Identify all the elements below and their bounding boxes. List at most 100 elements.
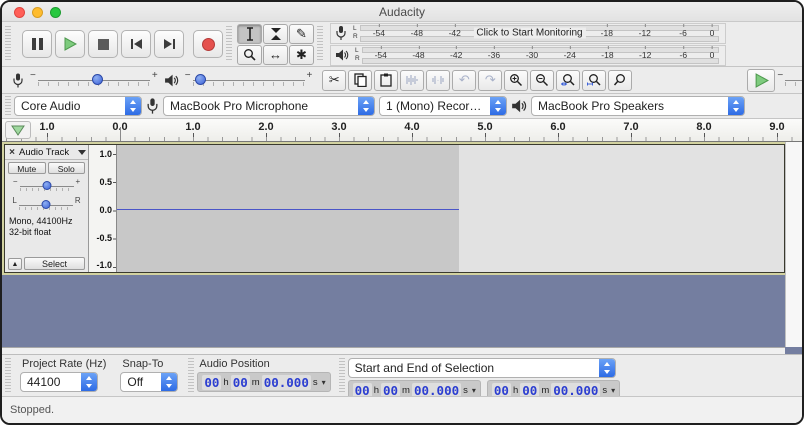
envelope-tool-button[interactable]	[263, 23, 288, 44]
play-button[interactable]	[55, 30, 85, 58]
gain-slider[interactable]	[19, 178, 74, 194]
audio-position-field[interactable]: 00 h 00 m 00.000 s ▾	[197, 372, 331, 392]
trim-audio-button[interactable]	[400, 69, 425, 91]
toolbar-grip[interactable]	[338, 358, 345, 394]
slider-knob[interactable]	[194, 74, 206, 85]
time-minutes[interactable]: 00	[230, 374, 250, 390]
redo-button[interactable]: ↷	[478, 69, 503, 91]
playback-meter-bar[interactable]: -54 -48 -42 -36 -30 -24 -18 -12 -6 0	[361, 46, 721, 65]
skip-to-end-button[interactable]	[154, 30, 184, 58]
zoom-tool-button[interactable]	[237, 44, 262, 65]
clipboard-icon	[380, 73, 393, 87]
project-rate-dropdown[interactable]: 44100	[20, 372, 98, 392]
transport-toolbar	[22, 30, 223, 58]
fit-project-button[interactable]	[582, 69, 607, 91]
play-speed-slider[interactable]	[785, 71, 802, 89]
recording-meter-bar[interactable]: -54 -48 -42 -18 -12 -6 0 Click to Start …	[359, 24, 721, 43]
select-track-button[interactable]: Select	[24, 257, 85, 270]
copy-button[interactable]	[348, 69, 373, 91]
toolbar-grip[interactable]	[5, 96, 11, 116]
track-header: × Audio Track	[5, 145, 88, 160]
paste-button[interactable]	[374, 69, 399, 91]
collapse-track-button[interactable]: ▲	[8, 257, 22, 270]
vruler-label: 1.0	[99, 149, 112, 159]
snap-to-dropdown[interactable]: Off	[120, 372, 179, 392]
speaker-icon	[164, 74, 178, 86]
redo-icon: ↷	[484, 72, 496, 87]
speaker-icon	[512, 99, 527, 113]
pinned-playhead-button[interactable]	[5, 121, 31, 139]
format-dropdown-caret-icon[interactable]: ▾	[472, 386, 476, 395]
slider-knob[interactable]	[91, 74, 103, 85]
record-icon	[201, 37, 215, 51]
record-button[interactable]	[193, 30, 223, 58]
slider-knob[interactable]	[42, 180, 51, 190]
draw-tool-button[interactable]: ✎	[289, 23, 314, 44]
multi-tool-button[interactable]: ✱	[289, 44, 314, 65]
play-pin-icon	[11, 125, 25, 136]
toolbar-grip[interactable]	[226, 26, 232, 62]
silence-audio-button[interactable]	[426, 69, 451, 91]
format-dropdown-caret-icon[interactable]: ▾	[322, 378, 326, 387]
audio-track[interactable]: × Audio Track Mute Solo − + L R Mono, 44…	[2, 142, 787, 275]
audio-position-label: Audio Position	[199, 358, 270, 370]
vertical-scrollbar[interactable]	[785, 142, 802, 347]
meter-tick: -42	[448, 24, 461, 38]
recording-device-dropdown[interactable]: MacBook Pro Microphone	[163, 96, 375, 116]
selection-tool-button[interactable]	[237, 23, 262, 44]
timeline-ruler[interactable]: 1.0 0.0 1.0 2.0 3.0 4.0 5.0 6.0 7.0 8.0 …	[2, 119, 802, 142]
solo-button[interactable]: Solo	[47, 162, 85, 174]
track-title[interactable]: Audio Track	[19, 147, 76, 158]
pan-slider[interactable]	[18, 197, 73, 213]
toolbar-grip[interactable]	[317, 26, 323, 62]
vruler-label: 0.5	[99, 177, 112, 187]
waveform-area[interactable]	[117, 145, 784, 272]
skip-to-start-button[interactable]	[121, 30, 151, 58]
track-menu-dropdown-icon[interactable]	[78, 149, 86, 155]
play-at-speed-button[interactable]	[747, 68, 776, 92]
fit-selection-button[interactable]	[556, 69, 581, 91]
zoom-out-icon	[536, 74, 549, 87]
play-at-speed-toolbar: − +	[747, 68, 802, 92]
track-close-button[interactable]: ×	[7, 147, 17, 158]
audio-host-dropdown[interactable]: Core Audio	[14, 96, 142, 116]
meter-channel-labels: LR	[353, 25, 358, 40]
vertical-scale-ruler[interactable]: 1.0 0.5 0.0 -0.5 -1.0	[89, 145, 117, 272]
pan-left-label: L	[12, 196, 17, 205]
slider-knob[interactable]	[41, 199, 51, 209]
unit-h: h	[512, 384, 519, 396]
selection-mode-dropdown[interactable]: Start and End of Selection	[347, 358, 616, 378]
stop-button[interactable]	[88, 30, 118, 58]
slider-minus-label: −	[30, 69, 36, 81]
start-monitoring-text[interactable]: Click to Start Monitoring	[473, 27, 586, 39]
cut-button[interactable]: ✂	[322, 69, 347, 91]
meter-tick: -54	[372, 24, 385, 38]
playback-meter[interactable]: LR -54 -48 -42 -36 -30 -24 -18 -12 -6 0	[330, 44, 726, 66]
pause-button[interactable]	[22, 30, 52, 58]
toolbar-grip[interactable]	[188, 358, 195, 394]
toolbar-grip[interactable]	[5, 26, 11, 62]
undo-button[interactable]: ↶	[452, 69, 477, 91]
recording-meter[interactable]: LR -54 -48 -42 -18 -12 -6 0 Click to Sta…	[330, 22, 726, 44]
recording-volume-slider[interactable]	[37, 71, 150, 89]
time-hours[interactable]: 00	[202, 374, 222, 390]
format-dropdown-caret-icon[interactable]: ▾	[611, 386, 615, 395]
toolbar-grip[interactable]	[5, 358, 11, 394]
zoom-out-button[interactable]	[530, 69, 555, 91]
device-toolbar: Core Audio MacBook Pro Microphone 1 (Mon…	[2, 94, 802, 119]
ruler-label: 4.0	[404, 121, 420, 133]
meter-tick: -12	[638, 24, 651, 38]
playback-volume-slider[interactable]	[192, 71, 305, 89]
selection-toolbar: Project Rate (Hz) 44100 Snap-To Off Audi…	[2, 354, 802, 400]
timeshift-tool-button[interactable]: ↔	[263, 44, 288, 65]
time-seconds[interactable]: 00.000	[261, 374, 311, 390]
ruler-label: 3.0	[331, 121, 347, 133]
recording-channels-dropdown[interactable]: 1 (Mono) Recordin...	[379, 96, 507, 116]
zoom-toggle-button[interactable]	[608, 69, 633, 91]
playback-device-dropdown[interactable]: MacBook Pro Speakers	[531, 96, 745, 116]
mute-button[interactable]: Mute	[8, 162, 46, 174]
zoom-in-button[interactable]	[504, 69, 529, 91]
unit-s: s	[463, 384, 468, 396]
horizontal-scrollbar[interactable]	[2, 347, 785, 354]
playhead-marker	[120, 127, 121, 141]
